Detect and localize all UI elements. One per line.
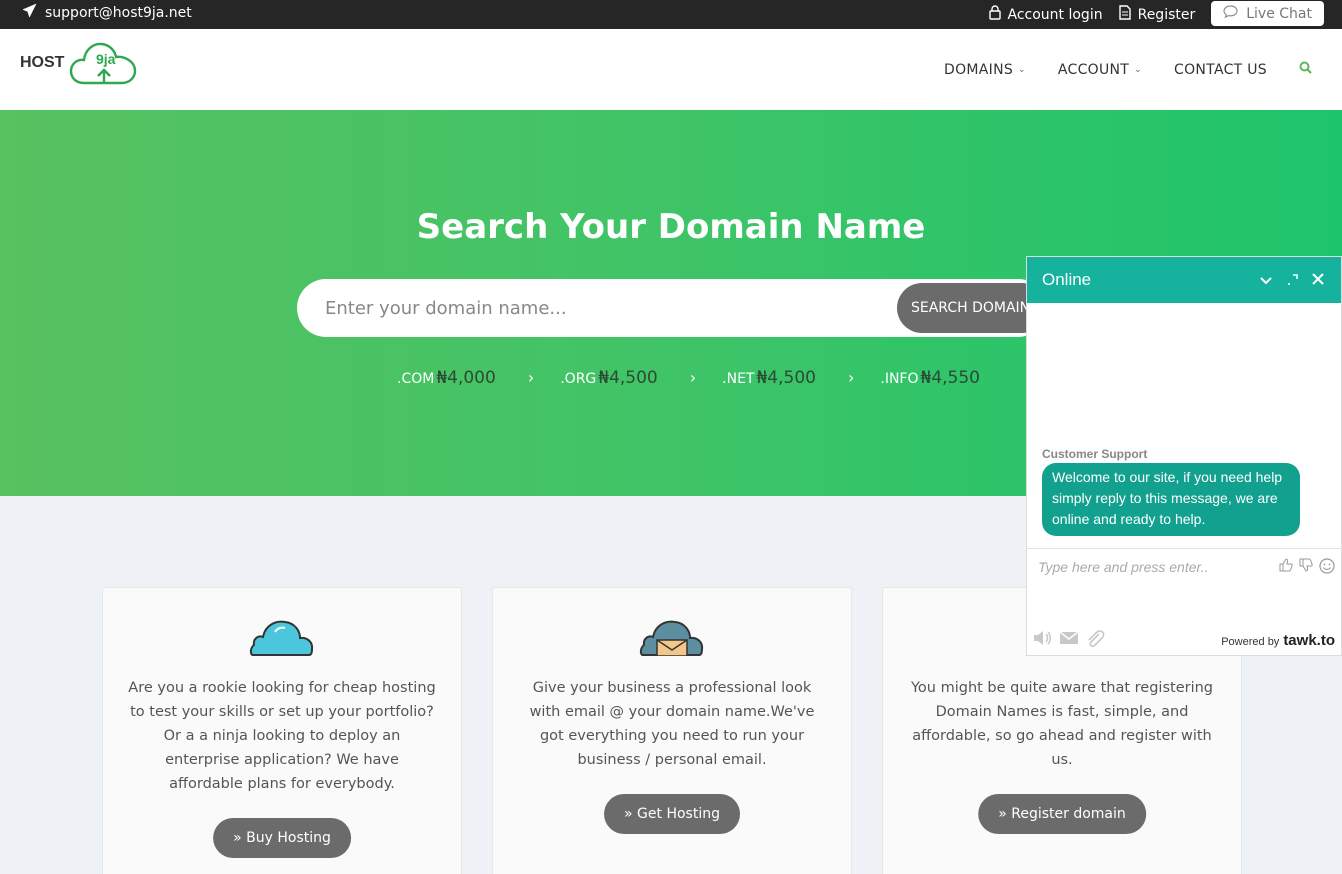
- live-chat-button[interactable]: Live Chat: [1211, 1, 1324, 26]
- sound-icon[interactable]: [1033, 629, 1053, 653]
- email-card-text: Give your business a professional look w…: [529, 680, 815, 768]
- chat-tools: [1033, 629, 1105, 653]
- thumbs-down-icon[interactable]: [1299, 558, 1313, 578]
- tawk-brand: tawk.to: [1283, 632, 1335, 649]
- domain-price-list: .COM ₦4,000 › .ORG ₦4,500 › .NET ₦4,500 …: [397, 368, 980, 388]
- price-amount: ₦4,500: [598, 368, 658, 388]
- chat-composer: Powered by tawk.to: [1027, 548, 1341, 656]
- price-org: .ORG ₦4,500: [560, 368, 658, 388]
- register-domain-button[interactable]: » Register domain: [978, 794, 1146, 834]
- chat-bubble-icon: [1223, 5, 1238, 22]
- price-com: .COM ₦4,000: [397, 368, 496, 388]
- document-icon: [1118, 5, 1131, 24]
- hosting-card-text: Are you a rookie looking for cheap hosti…: [128, 680, 436, 792]
- nav-account[interactable]: ACCOUNT ⌄: [1058, 62, 1142, 78]
- thumbs-up-icon[interactable]: [1279, 558, 1293, 578]
- hosting-card: Are you a rookie looking for cheap hosti…: [102, 587, 462, 874]
- nav-contact-us[interactable]: CONTACT US: [1174, 62, 1267, 78]
- chevron-down-icon[interactable]: [1253, 271, 1279, 289]
- get-hosting-button[interactable]: » Get Hosting: [604, 794, 740, 834]
- hero-title: Search Your Domain Name: [416, 207, 926, 247]
- account-login-link[interactable]: Account login: [988, 5, 1103, 24]
- chat-header: Online: [1027, 257, 1341, 303]
- price-amount: ₦4,000: [436, 368, 496, 388]
- paper-plane-icon: [22, 3, 37, 22]
- support-email-link[interactable]: support@host9ja.net: [22, 3, 192, 22]
- price-info: .INFO ₦4,550: [880, 368, 980, 388]
- email-cloud-icon: [493, 618, 851, 656]
- chat-widget: Online Customer Support Welcome to our s…: [1026, 256, 1342, 656]
- host9ja-logo[interactable]: HOST 9ja: [20, 37, 140, 89]
- emoji-icon[interactable]: [1319, 558, 1335, 578]
- chevron-right-icon: ›: [689, 368, 697, 387]
- logo-text: HOST: [20, 54, 65, 71]
- chat-messages: Customer Support Welcome to our site, if…: [1027, 303, 1341, 548]
- nav-contact-label: CONTACT US: [1174, 61, 1267, 78]
- buy-hosting-button[interactable]: » Buy Hosting: [213, 818, 351, 858]
- nav-account-label: ACCOUNT: [1057, 61, 1130, 78]
- domain-card-text: You might be quite aware that registerin…: [910, 680, 1213, 768]
- attachment-icon[interactable]: [1085, 629, 1105, 653]
- powered-by-label: Powered by: [1221, 636, 1280, 648]
- price-ext: .COM: [397, 371, 435, 387]
- top-bar: support@host9ja.net Account login Regist…: [0, 0, 1342, 29]
- expand-icon[interactable]: [1279, 271, 1305, 289]
- chevron-down-icon: ⌄: [1018, 64, 1026, 75]
- cloud-logo-icon: 9ja: [70, 42, 137, 85]
- nav-domains[interactable]: DOMAINS ⌄: [944, 62, 1026, 78]
- register-label: Register: [1137, 6, 1196, 23]
- nav-domains-label: DOMAINS: [944, 61, 1014, 78]
- powered-by[interactable]: Powered by tawk.to: [1221, 632, 1335, 649]
- chat-message-input[interactable]: [1038, 559, 1258, 575]
- agent-name: Customer Support: [1042, 447, 1148, 461]
- account-login-label: Account login: [1007, 6, 1103, 23]
- price-ext: .INFO: [880, 371, 919, 387]
- search-domain-button[interactable]: SEARCH DOMAIN: [897, 283, 1047, 333]
- domain-search-input[interactable]: [325, 293, 885, 323]
- email-transcript-icon[interactable]: [1059, 629, 1079, 653]
- cloud-icon: [103, 618, 461, 656]
- chevron-down-icon: ⌄: [1134, 64, 1143, 75]
- price-ext: .ORG: [560, 371, 597, 387]
- price-amount: ₦4,550: [920, 368, 980, 388]
- header-search-button[interactable]: [1299, 61, 1312, 78]
- lock-icon: [988, 5, 1001, 24]
- email-hosting-card: Give your business a professional look w…: [492, 587, 852, 874]
- chat-message-bubble: Welcome to our site, if you need help si…: [1042, 463, 1300, 536]
- price-amount: ₦4,500: [756, 368, 816, 388]
- chat-status: Online: [1042, 270, 1092, 289]
- search-icon: [1299, 61, 1312, 78]
- close-icon[interactable]: [1305, 271, 1331, 289]
- domain-search-box: SEARCH DOMAIN: [297, 279, 1047, 337]
- site-header: HOST 9ja DOMAINS ⌄ ACCOUNT ⌄ CONTACT US: [0, 29, 1342, 110]
- chevron-right-icon: ›: [527, 368, 535, 387]
- register-link[interactable]: Register: [1118, 5, 1196, 24]
- chat-rating: [1279, 558, 1335, 578]
- price-net: .NET ₦4,500: [722, 368, 816, 388]
- main-nav: DOMAINS ⌄ ACCOUNT ⌄ CONTACT US: [944, 29, 1312, 110]
- chevron-right-icon: ›: [847, 368, 855, 387]
- live-chat-label: Live Chat: [1246, 5, 1312, 22]
- price-ext: .NET: [722, 371, 755, 387]
- logo-badge: 9ja: [96, 51, 116, 67]
- support-email-text: support@host9ja.net: [45, 4, 192, 21]
